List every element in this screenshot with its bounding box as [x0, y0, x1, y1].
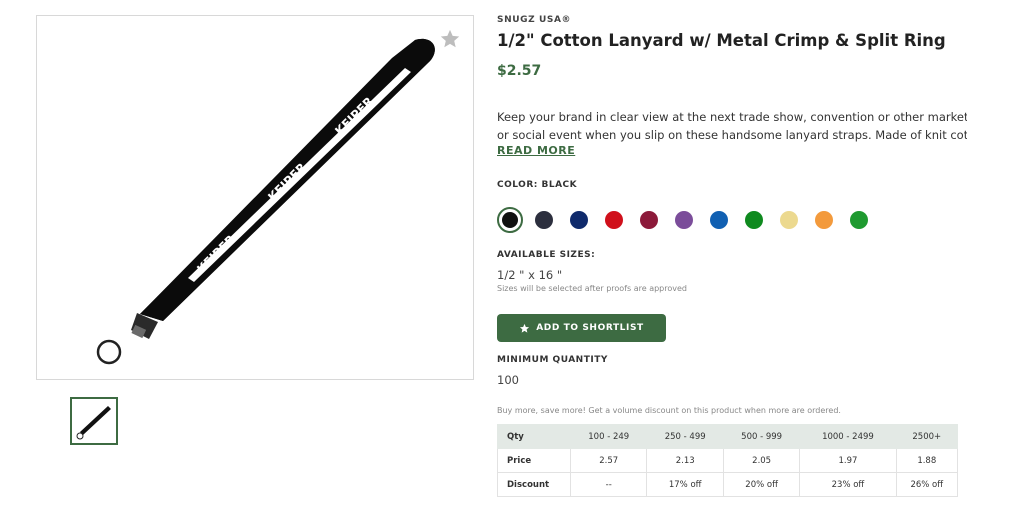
- color-swatch-purple[interactable]: [675, 211, 693, 229]
- color-swatch-red[interactable]: [605, 211, 623, 229]
- size-value: 1/2 " x 16 ": [497, 268, 563, 282]
- discount-cell: 23% off: [799, 472, 897, 497]
- product-price: $2.57: [497, 63, 542, 79]
- qty-tier: 2500+: [895, 424, 959, 449]
- pricing-header-row: Qty 100 - 249 250 - 499 500 - 999 1000 -…: [497, 424, 959, 449]
- color-swatch-kelly-green[interactable]: [745, 211, 763, 229]
- color-swatch-cream[interactable]: [780, 211, 798, 229]
- lanyard-thumbnail-image: [76, 406, 111, 440]
- product-title: 1/2" Cotton Lanyard w/ Metal Crimp & Spl…: [497, 31, 946, 50]
- color-swatch-orange[interactable]: [815, 211, 833, 229]
- color-swatch-royal-blue[interactable]: [710, 211, 728, 229]
- star-icon: [520, 323, 530, 333]
- product-thumbnail[interactable]: [70, 397, 118, 445]
- price-row: Price 2.57 2.13 2.05 1.97 1.88: [497, 448, 959, 473]
- favorite-star-icon[interactable]: [439, 28, 461, 50]
- discount-row: Discount -- 17% off 20% off 23% off 26% …: [497, 472, 959, 497]
- qty-tier: 100 - 249: [569, 424, 648, 449]
- sizes-label: AVAILABLE SIZES:: [497, 250, 596, 260]
- discount-cell: 26% off: [895, 472, 959, 497]
- price-cell: 1.97: [799, 448, 897, 473]
- brand-name: SNUGZ USA®: [497, 15, 572, 25]
- shortlist-label: ADD TO SHORTLIST: [536, 323, 644, 333]
- discount-cell: --: [569, 472, 648, 497]
- product-description: Keep your brand in clear view at the nex…: [497, 110, 967, 142]
- color-swatch-green[interactable]: [850, 211, 868, 229]
- color-swatch-maroon[interactable]: [640, 211, 658, 229]
- lanyard-image: KEIPER KEIPER KEIPER KEIPER KEIPER KEIPE…: [96, 38, 435, 365]
- price-cell: 2.57: [569, 448, 648, 473]
- color-swatch-black[interactable]: [497, 207, 523, 233]
- product-image[interactable]: KEIPER KEIPER KEIPER KEIPER KEIPER KEIPE…: [36, 15, 474, 380]
- discount-cell: 20% off: [722, 472, 801, 497]
- color-label: COLOR: BLACK: [497, 180, 578, 190]
- volume-discount-note: Buy more, save more! Get a volume discou…: [497, 406, 841, 415]
- add-to-shortlist-button[interactable]: ADD TO SHORTLIST: [497, 314, 666, 342]
- color-swatch-navy[interactable]: [570, 211, 588, 229]
- qty-header: Qty: [497, 424, 571, 449]
- qty-tier: 250 - 499: [646, 424, 724, 449]
- discount-row-label: Discount: [497, 472, 571, 497]
- price-row-label: Price: [497, 448, 571, 473]
- discount-cell: 17% off: [646, 472, 724, 497]
- pricing-table: Qty 100 - 249 250 - 499 500 - 999 1000 -…: [497, 424, 959, 497]
- price-cell: 2.05: [722, 448, 801, 473]
- read-more-link[interactable]: READ MORE: [497, 144, 575, 157]
- minimum-quantity-label: MINIMUM QUANTITY: [497, 355, 608, 365]
- qty-tier: 1000 - 2499: [799, 424, 897, 449]
- color-swatch-charcoal[interactable]: [535, 211, 553, 229]
- size-note: Sizes will be selected after proofs are …: [497, 284, 687, 293]
- qty-tier: 500 - 999: [722, 424, 801, 449]
- minimum-quantity-value: 100: [497, 373, 519, 387]
- price-cell: 1.88: [895, 448, 959, 473]
- price-cell: 2.13: [646, 448, 724, 473]
